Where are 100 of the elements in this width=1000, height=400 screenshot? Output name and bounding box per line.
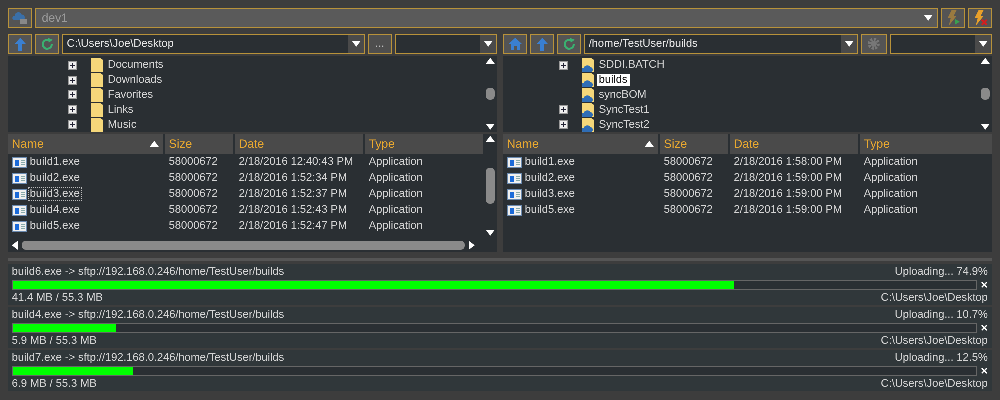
file-size: 58000672 [168, 172, 219, 184]
application-icon [507, 204, 522, 216]
folder-item[interactable]: Favorites [106, 88, 156, 101]
scroll-right-icon [469, 240, 475, 250]
file-size: 58000672 [168, 188, 219, 200]
file-name[interactable]: build3.exe [29, 188, 82, 200]
connect-button[interactable] [941, 8, 965, 28]
transfer-size: 41.4 MB / 55.3 MB [12, 292, 104, 304]
file-type: Application [863, 156, 919, 168]
file-date: 2/18/2016 1:52:34 PM [238, 172, 348, 184]
expand-icon[interactable] [68, 90, 77, 100]
file-type: Application [863, 172, 919, 184]
transfer-source: C:\Users\Joe\Desktop [881, 292, 988, 304]
settings-button[interactable] [861, 34, 887, 54]
scrollbar-thumb[interactable] [980, 88, 990, 100]
file-name[interactable]: build5.exe [524, 204, 576, 216]
file-size: 58000672 [663, 156, 714, 168]
scrollbar-thumb[interactable] [22, 240, 465, 250]
folder-icon [91, 73, 103, 88]
scrollbar-thumb[interactable] [486, 168, 494, 204]
cloud-folder-icon [582, 58, 594, 72]
folder-item[interactable]: Music [106, 118, 139, 131]
application-icon [507, 172, 522, 184]
file-name[interactable]: build1.exe [29, 156, 82, 168]
file-name[interactable]: build4.exe [29, 204, 82, 216]
expand-icon[interactable] [68, 60, 77, 70]
file-size: 58000672 [663, 204, 714, 216]
up-button[interactable] [530, 34, 554, 54]
refresh-button[interactable] [557, 34, 581, 54]
path-field[interactable]: C:\Users\Joe\Desktop [62, 34, 365, 54]
column-header[interactable]: Type [860, 134, 992, 154]
caret-icon [844, 41, 854, 47]
caret-icon [978, 41, 988, 47]
disconnect-button[interactable] [968, 8, 992, 28]
server-icon [12, 11, 28, 25]
folder-item[interactable]: Documents [106, 59, 166, 72]
column-header[interactable]: Date [730, 134, 858, 154]
transfer-title: build4.exe -> sftp://192.168.0.246/home/TestUser/builds [12, 308, 284, 320]
folder-icon [91, 58, 103, 72]
file-name[interactable]: build3.exe [524, 188, 576, 200]
expand-icon[interactable] [559, 120, 568, 130]
file-name[interactable]: build5.exe [29, 220, 82, 232]
folder-icon [91, 118, 103, 132]
file-type: Application [368, 220, 424, 232]
transfer-title: build6.exe -> sftp://192.168.0.246/home/TestUser/builds [12, 266, 284, 278]
expand-icon[interactable] [68, 120, 77, 130]
folder-item[interactable]: SyncTest1 [597, 104, 652, 116]
column-header[interactable]: Name [8, 134, 163, 154]
expand-icon[interactable] [68, 105, 77, 114]
file-size: 58000672 [168, 156, 219, 168]
folder-item[interactable]: Downloads [106, 74, 164, 86]
refresh-button[interactable] [35, 34, 59, 54]
column-header[interactable]: Name [503, 134, 658, 154]
browse-button[interactable]: ... [368, 34, 392, 54]
refresh-icon [562, 38, 576, 50]
file-name[interactable]: build1.exe [524, 156, 576, 168]
scroll-up-icon [486, 58, 494, 64]
column-header[interactable]: Size [660, 134, 728, 154]
file-date: 2/18/2016 1:59:00 PM [733, 172, 844, 184]
scroll-down-icon [486, 230, 494, 236]
home-button[interactable] [503, 34, 527, 54]
filter-dropdown[interactable] [395, 34, 497, 54]
filter-dropdown[interactable] [890, 34, 992, 54]
transfer-status: Uploading... 10.7% [895, 308, 988, 320]
folder-item[interactable]: SyncTest2 [597, 118, 652, 131]
column-header[interactable]: Type [365, 134, 483, 154]
scrollbar-thumb[interactable] [486, 88, 494, 100]
application-icon [12, 188, 27, 200]
file-date: 2/18/2016 12:40:43 PM [238, 156, 354, 168]
cancel-button[interactable]: × [980, 278, 988, 290]
file-date: 2/18/2016 1:52:43 PM [238, 204, 348, 216]
up-button[interactable] [8, 34, 32, 54]
disconnect-icon [972, 10, 988, 26]
folder-item[interactable]: SDDI.BATCH [597, 59, 667, 72]
application-icon [12, 156, 27, 168]
folder-item[interactable]: Links [106, 104, 136, 116]
caret-icon [352, 41, 360, 47]
file-size: 58000672 [168, 220, 219, 232]
scroll-down-icon [486, 124, 494, 130]
file-size: 58000672 [168, 204, 219, 216]
cancel-button[interactable]: × [980, 364, 988, 376]
server-button[interactable] [8, 8, 32, 28]
folder-item[interactable]: syncBOM [597, 88, 649, 101]
cloud-folder-icon [582, 118, 594, 132]
path-field[interactable]: /home/TestUser/builds [584, 34, 858, 54]
file-type: Application [863, 188, 919, 200]
cancel-button[interactable]: × [980, 322, 988, 334]
file-name[interactable]: build2.exe [29, 172, 82, 184]
connect-icon [945, 10, 961, 26]
expand-icon[interactable] [559, 60, 568, 70]
expand-icon[interactable] [559, 105, 568, 114]
column-header[interactable]: Size [165, 134, 233, 154]
folder-item[interactable]: builds [597, 74, 630, 86]
folder-icon [91, 88, 103, 102]
column-header[interactable]: Date [235, 134, 363, 154]
expand-icon[interactable] [68, 76, 77, 85]
file-name[interactable]: build2.exe [524, 172, 576, 184]
file-date: 2/18/2016 1:58:00 PM [733, 156, 844, 168]
transfer-source: C:\Users\Joe\Desktop [881, 378, 988, 390]
transfer-size: 5.9 MB / 55.3 MB [12, 334, 97, 346]
